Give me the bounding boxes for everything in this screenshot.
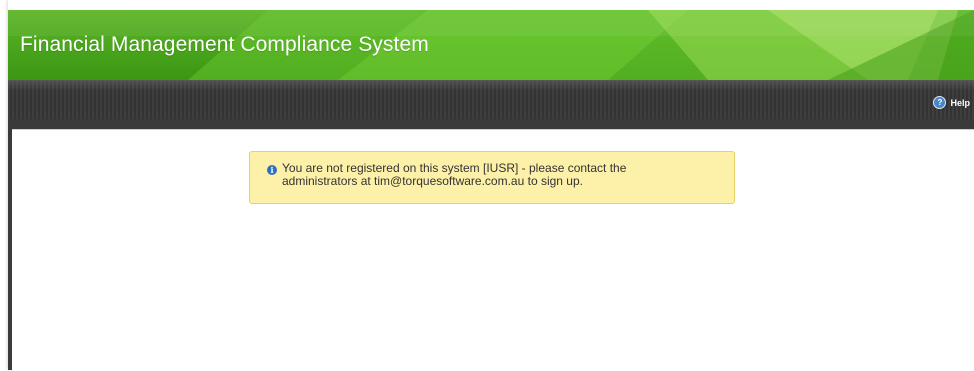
help-label: Help (950, 97, 970, 108)
main-content: i You are not registered on this system … (12, 129, 974, 371)
alert-message: You are not registered on this system [I… (282, 162, 626, 188)
help-link[interactable]: ? Help (933, 96, 970, 109)
app-frame: Financial Management Compliance System ?… (8, 0, 974, 371)
top-strip (8, 0, 974, 10)
app-title: Financial Management Compliance System (20, 33, 429, 56)
info-alert: i You are not registered on this system … (249, 151, 735, 204)
toolbar: ? Help (8, 80, 974, 119)
alert-message-line-2: administrators at tim@torquesoftware.com… (282, 174, 583, 188)
help-circle-icon: ? (933, 96, 947, 109)
info-icon: i (267, 165, 277, 175)
app-header: Financial Management Compliance System (8, 10, 974, 80)
toolbar-highlight (8, 81, 974, 91)
